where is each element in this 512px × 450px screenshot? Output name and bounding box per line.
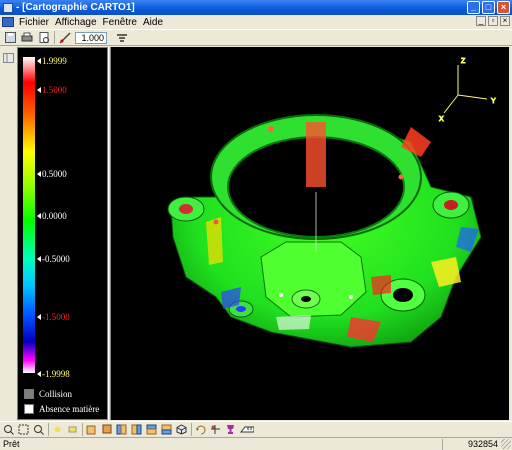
- toolbar-separator: [54, 31, 55, 44]
- z-axis-label: Z: [461, 58, 466, 65]
- print-icon[interactable]: [20, 31, 34, 44]
- print-preview-icon[interactable]: [37, 31, 51, 44]
- trophy-icon[interactable]: [224, 424, 237, 436]
- color-legend-panel: 1.9999 1.5000 0.5000 0.0000 -0.5000 -1.5…: [17, 47, 108, 420]
- tick-marker-icon: [37, 87, 41, 93]
- view-iso-icon[interactable]: [175, 424, 188, 436]
- tick-label: -1.5000: [42, 312, 70, 322]
- legend-tick: 0.5000: [37, 169, 67, 179]
- zoom-window-icon[interactable]: [17, 424, 30, 436]
- 3d-viewport[interactable]: Z Y X: [111, 47, 509, 420]
- machined-part: [167, 114, 482, 348]
- axis-triad: Z Y X: [439, 58, 497, 124]
- x-axis-line: [443, 94, 459, 114]
- panel-toggle-icon[interactable]: [1, 51, 15, 64]
- tick-marker-icon: [37, 371, 41, 377]
- doc-close-button[interactable]: ×: [500, 16, 510, 26]
- color-scale-bar: [23, 57, 35, 373]
- highlight-icon[interactable]: [66, 424, 79, 436]
- pan-icon[interactable]: [209, 424, 222, 436]
- left-toolstrip: [0, 47, 17, 420]
- doc-minimize-button[interactable]: _: [476, 16, 486, 26]
- tick-marker-icon: [37, 314, 41, 320]
- document-icon[interactable]: [2, 17, 14, 27]
- app-icon: [3, 2, 13, 13]
- close-button[interactable]: ×: [497, 1, 510, 14]
- view-right-icon[interactable]: [130, 424, 143, 436]
- zoom-in-icon[interactable]: [2, 424, 15, 436]
- legend-tick: 1.9999: [37, 56, 67, 66]
- tick-label: 0.5000: [42, 169, 67, 179]
- absence-swatch: [24, 404, 34, 414]
- main-toolbar: 1.000: [0, 29, 512, 46]
- tick-marker-icon: [37, 58, 41, 64]
- y-axis-label: Y: [491, 98, 496, 105]
- status-bar: Prêt 932854: [0, 437, 512, 450]
- view-top-icon[interactable]: [145, 424, 158, 436]
- toolbar-separator: [82, 423, 83, 436]
- view-bottom-icon[interactable]: [160, 424, 173, 436]
- legend-tick: -1.9998: [37, 369, 70, 379]
- doc-restore-button[interactable]: ▫: [488, 16, 498, 26]
- app-window: - [Cartographie CARTO1] _ □ × Fichier Af…: [0, 0, 512, 450]
- tick-label: 1.9999: [42, 56, 67, 66]
- menu-aide[interactable]: Aide: [140, 17, 166, 28]
- tick-marker-icon: [37, 171, 41, 177]
- x-axis-label: X: [439, 116, 444, 123]
- scale-tool-icon[interactable]: [58, 31, 72, 44]
- tick-label: 1.5000: [42, 85, 67, 95]
- status-text: Prêt: [3, 439, 20, 449]
- zoom-input[interactable]: 1.000: [75, 31, 107, 44]
- legend-tick: 1.5000: [37, 85, 67, 95]
- legend-tick: 0.0000: [37, 211, 67, 221]
- collision-swatch: [24, 389, 34, 399]
- menu-fichier[interactable]: Fichier: [16, 17, 52, 28]
- tick-marker-icon: [37, 213, 41, 219]
- ruler-icon[interactable]: [239, 424, 255, 436]
- menu-fenetre[interactable]: Fenêtre: [100, 17, 140, 28]
- window-title: - [Cartographie CARTO1]: [16, 2, 135, 13]
- view-toolbar: [0, 421, 512, 437]
- tick-label: 0.0000: [42, 211, 67, 221]
- tick-label: -1.9998: [42, 369, 70, 379]
- view-left-icon[interactable]: [115, 424, 128, 436]
- view-front-icon[interactable]: [85, 424, 98, 436]
- title-bar[interactable]: - [Cartographie CARTO1] _ □ ×: [0, 0, 512, 15]
- absence-label: Absence matière: [39, 404, 100, 414]
- view-settings-icon[interactable]: [115, 31, 129, 44]
- collision-label: Collision: [39, 389, 73, 399]
- menu-bar: Fichier Affichage Fenêtre Aide _ ▫ ×: [0, 15, 512, 29]
- part-deviation-map[interactable]: Z Y X: [111, 47, 509, 420]
- resize-grip-icon[interactable]: [501, 439, 511, 449]
- minimize-button[interactable]: _: [467, 1, 480, 14]
- toolbar-separator: [48, 423, 49, 436]
- save-icon[interactable]: [3, 31, 17, 44]
- view-back-icon[interactable]: [100, 424, 113, 436]
- zoom-out-icon[interactable]: [32, 424, 45, 436]
- legend-tick: -1.5000: [37, 312, 70, 322]
- menu-affichage[interactable]: Affichage: [52, 17, 100, 28]
- tick-label: -0.5000: [42, 254, 70, 264]
- tick-marker-icon: [37, 256, 41, 262]
- rotate-icon[interactable]: [194, 424, 207, 436]
- legend-tick: -0.5000: [37, 254, 70, 264]
- toolbar-separator: [191, 423, 192, 436]
- maximize-button[interactable]: □: [482, 1, 495, 14]
- y-axis-line: [457, 94, 488, 100]
- light-icon[interactable]: [51, 424, 64, 436]
